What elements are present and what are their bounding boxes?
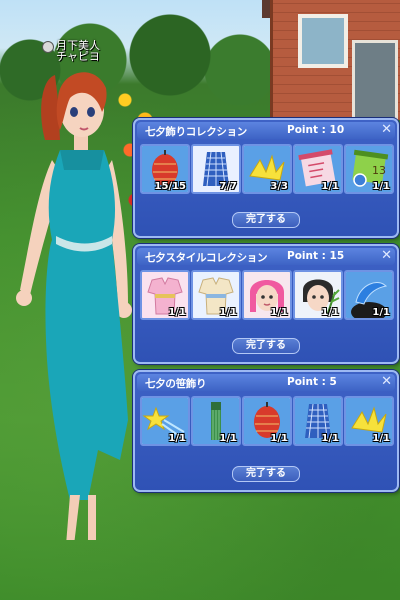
item-count: 1/1 — [219, 433, 237, 444]
close-icon[interactable]: ✕ — [381, 374, 392, 389]
point-label: Point — [287, 124, 319, 136]
item-slot[interactable]: 1/1 — [293, 396, 343, 446]
item-count: 1/1 — [372, 181, 390, 192]
item-slot[interactable]: 15/15 — [140, 144, 190, 194]
item-slot[interactable]: 1/1 — [140, 396, 190, 446]
item-slot[interactable]: 1/1 — [191, 396, 241, 446]
item-slot[interactable]: 3/3 — [242, 144, 292, 194]
item-slot[interactable]: 1/1 — [293, 270, 343, 320]
item-count: 1/1 — [219, 307, 237, 318]
item-count: 1/1 — [321, 307, 339, 318]
item-count: 1/1 — [372, 433, 390, 444]
item-slot[interactable]: 1/1 — [242, 396, 292, 446]
character-figure — [16, 72, 132, 558]
item-slot[interactable]: 1/1 — [344, 396, 394, 446]
panel-point: Point : 15 — [287, 250, 344, 262]
point-separator: : — [321, 124, 326, 136]
item-slot[interactable]: 1/1 — [242, 270, 292, 320]
item-slot[interactable]: 1/1 — [191, 270, 241, 320]
complete-button[interactable]: 完了する — [232, 212, 300, 228]
panel-point: Point : 10 — [287, 124, 344, 136]
item-count: 7/7 — [219, 181, 237, 192]
character-name: チャピヨ — [56, 50, 100, 63]
complete-button[interactable]: 完了する — [232, 338, 300, 354]
item-count: 3/3 — [270, 181, 288, 192]
point-value: 15 — [329, 250, 345, 262]
item-slots: 1/1 1/1 1/1 1/1 1/1 — [140, 396, 397, 448]
item-count: 1/1 — [168, 307, 186, 318]
game-scene: 月下美人 チャピヨ 七夕飾りコレクション Point: 10 ✕ 15/15 … — [0, 0, 400, 600]
panel-header: 七夕飾りコレクション Point : 10 ✕ — [137, 122, 395, 139]
item-count: 1/1 — [372, 307, 390, 318]
point-label: Point — [287, 250, 319, 262]
item-slot[interactable]: 1/1 — [140, 270, 190, 320]
close-icon[interactable]: ✕ — [381, 248, 392, 263]
item-slot[interactable]: 13 1/1 — [344, 144, 394, 194]
guild-emblem-icon — [42, 41, 54, 53]
collection-panel-2: 七夕スタイルコレクション Point : 15 ✕ 1/1 1/1 1/1 1/… — [133, 244, 399, 364]
panel-title: 七夕飾りコレクション — [145, 126, 247, 138]
point-separator: : — [321, 376, 326, 388]
panel-header: 七夕の笹飾り Point : 5 ✕ — [137, 374, 395, 391]
item-slot[interactable]: 7/7 — [191, 144, 241, 194]
panel-title: 七夕の笹飾り — [145, 378, 207, 390]
point-label: Point — [287, 376, 319, 388]
panel-title: 七夕スタイルコレクション — [145, 252, 268, 264]
collection-panel-3: 七夕の笹飾り Point : 5 ✕ 1/1 1/1 1/1 1/1 1/1 完… — [133, 370, 399, 492]
player-character[interactable]: 月下美人 チャピヨ — [0, 40, 140, 558]
item-count: 1/1 — [168, 433, 186, 444]
item-count: 15/15 — [154, 181, 186, 192]
item-count: 1/1 — [321, 181, 339, 192]
point-value: 10 — [329, 124, 345, 136]
close-icon[interactable]: ✕ — [381, 122, 392, 137]
item-slots: 1/1 1/1 1/1 1/1 1/1 — [140, 270, 397, 322]
collection-panel-1: 七夕飾りコレクション Point : 10 ✕ 15/15 7/7 3/3 1/… — [133, 118, 399, 238]
complete-button[interactable]: 完了する — [232, 466, 300, 482]
item-count: 1/1 — [321, 433, 339, 444]
item-count: 1/1 — [270, 433, 288, 444]
svg-text:13: 13 — [372, 164, 386, 177]
item-slots: 15/15 7/7 3/3 1/1 13 1/1 — [140, 144, 397, 196]
point-value: 5 — [329, 376, 337, 388]
point-separator: : — [321, 250, 326, 262]
item-slot[interactable]: 1/1 — [293, 144, 343, 194]
item-count: 1/1 — [270, 307, 288, 318]
house-window — [298, 14, 348, 68]
panel-header: 七夕スタイルコレクション Point : 15 ✕ — [137, 248, 395, 265]
panel-point: Point : 5 — [287, 376, 337, 388]
house-door — [352, 40, 398, 126]
item-slot[interactable]: 1/1 — [344, 270, 394, 320]
